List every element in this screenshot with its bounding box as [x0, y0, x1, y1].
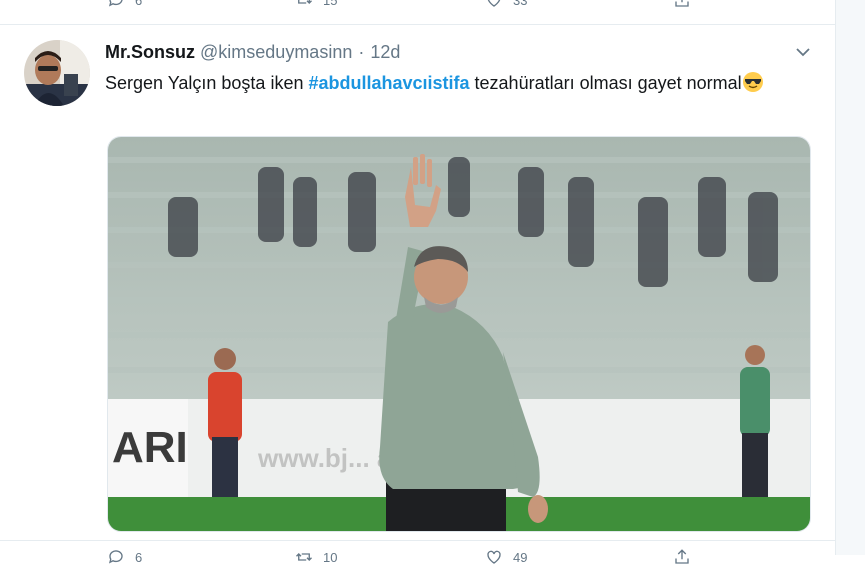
tweet-menu-button[interactable] [793, 42, 813, 62]
avatar[interactable] [24, 40, 90, 106]
board-text-left: ARI [112, 423, 188, 472]
user-handle[interactable]: @kimseduymasinn [200, 42, 352, 63]
timeline-border [835, 0, 836, 555]
share-button[interactable] [673, 547, 691, 567]
retweet-button[interactable]: 15 [295, 0, 337, 10]
reply-icon [108, 550, 123, 564]
reply-count: 6 [135, 0, 143, 8]
reply-button[interactable]: 6 [107, 0, 142, 10]
heart-icon [487, 0, 501, 7]
like-button[interactable]: 49 [485, 547, 527, 567]
heart-icon [487, 550, 501, 564]
retweet-icon [296, 553, 312, 561]
like-button[interactable]: 33 [485, 0, 527, 10]
tweet-divider-bottom [0, 540, 836, 541]
retweet-icon [298, 0, 312, 4]
retweet-count: 15 [323, 0, 338, 8]
like-count: 49 [513, 549, 528, 565]
retweet-count: 10 [323, 549, 338, 565]
tweet-divider [0, 24, 836, 25]
right-panel-background [836, 0, 865, 555]
chevron-down-icon [796, 48, 810, 57]
tweet-actions: 6 10 49 [105, 547, 705, 567]
tweet-timestamp[interactable]: 12d [370, 42, 400, 63]
display-name[interactable]: Mr.Sonsuz [105, 42, 195, 63]
share-icon [675, 549, 689, 564]
separator-dot: · [358, 41, 365, 62]
like-count: 33 [513, 0, 528, 8]
share-icon [675, 0, 689, 7]
hashtag-link[interactable]: #abdullahavcıistifa [308, 73, 469, 93]
tweet-text-part2: tezahüratları olması gayet normal [469, 73, 742, 93]
tweet-header: Mr.Sonsuz @kimseduymasinn · 12d [105, 40, 400, 64]
tweet-text-part1: Sergen Yalçın boşta iken [105, 73, 309, 93]
reply-count: 6 [135, 549, 143, 565]
tweet-media-image[interactable]: ARI www.bj... ataşva... [107, 136, 811, 532]
share-button[interactable] [673, 0, 691, 10]
reply-icon [108, 0, 123, 7]
tweet-text: Sergen Yalçın boşta iken #abdullahavcıis… [105, 69, 805, 97]
retweet-button[interactable]: 10 [295, 547, 337, 567]
previous-tweet-actions: 6 15 33 [105, 0, 705, 10]
sunglasses-emoji-icon [742, 72, 763, 92]
reply-button[interactable]: 6 [107, 547, 142, 567]
